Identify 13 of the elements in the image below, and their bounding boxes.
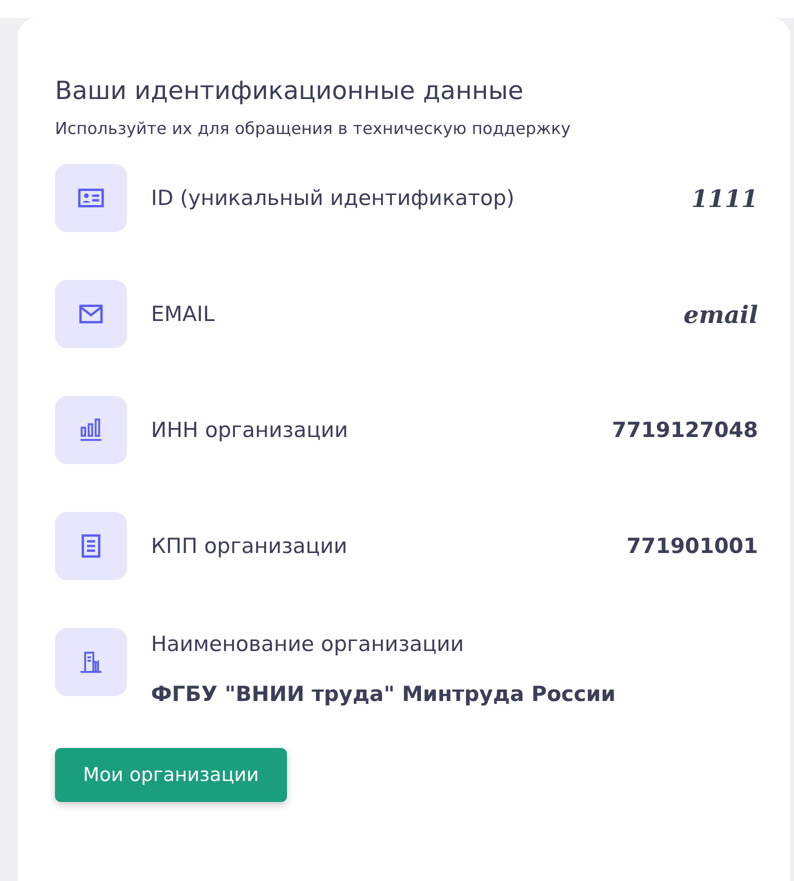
field-label: ID (уникальный идентификатор) (151, 186, 516, 210)
card-title: Ваши идентификационные данные (55, 76, 524, 105)
field-label: EMAIL (151, 302, 216, 326)
field-value: ФГБУ "ВНИИ труда" Минтруда России (151, 682, 616, 706)
field-value: email (684, 300, 758, 328)
field-label: Наименование организации (151, 632, 465, 656)
card-subtitle: Используйте их для обращения в техническую поддержку (55, 119, 572, 138)
field-value: 1111 (691, 184, 758, 212)
field-label: ИНН организации (151, 418, 350, 442)
field-label: КПП организации (151, 534, 348, 558)
my-organizations-button[interactable]: Мои организации (55, 748, 287, 802)
field-value: 771901001 (626, 534, 758, 558)
field-value: 7719127048 (612, 418, 758, 442)
